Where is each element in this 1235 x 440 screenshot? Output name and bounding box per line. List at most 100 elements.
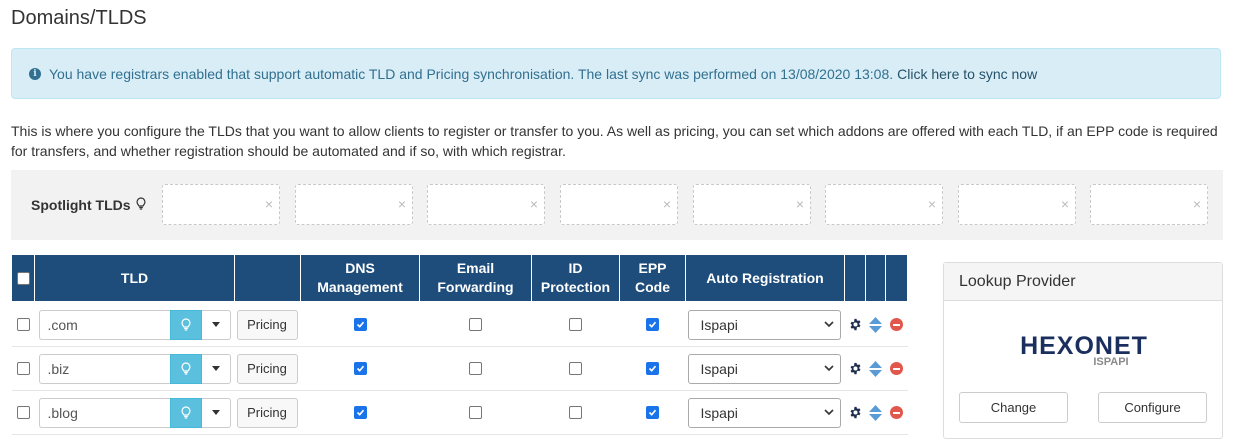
gear-icon[interactable] <box>849 406 862 419</box>
dns-cell <box>300 346 420 391</box>
svg-text:HEXONET: HEXONET <box>1020 332 1148 360</box>
header-select-all[interactable] <box>11 254 35 303</box>
remove-icon[interactable] <box>890 362 903 375</box>
sort-handle-icon[interactable] <box>869 316 882 333</box>
close-icon[interactable]: × <box>265 196 273 212</box>
header-dns: DNS Management <box>300 254 420 303</box>
dns-management-checkbox[interactable] <box>353 362 367 375</box>
tld-input[interactable]: .biz <box>38 353 170 384</box>
chevron-down-icon <box>823 364 834 371</box>
id-cell <box>531 390 620 435</box>
spotlight-toggle-button[interactable] <box>169 353 202 384</box>
lookup-provider-panel: Lookup Provider HEXONET ISPAPI Change Co… <box>943 262 1223 439</box>
spotlight-slot[interactable]: × <box>958 184 1076 225</box>
pricing-button[interactable]: Pricing <box>236 353 298 384</box>
tld-cell: .blog <box>34 390 235 435</box>
configure-button[interactable]: Configure <box>1098 392 1207 423</box>
change-button[interactable]: Change <box>959 392 1068 423</box>
row-select-checkbox[interactable] <box>16 362 30 375</box>
epp-code-checkbox[interactable] <box>646 406 659 419</box>
settings-cell <box>844 346 866 391</box>
epp-cell <box>619 390 686 435</box>
sort-cell <box>865 346 886 391</box>
chevron-down-icon <box>823 408 834 415</box>
auto-registration-cell: Ispapi <box>685 390 845 435</box>
lightbulb-icon <box>181 362 190 375</box>
gear-icon[interactable] <box>849 362 862 375</box>
table-row: .com Pricing Ispapi <box>11 302 908 347</box>
sync-now-link[interactable]: Click here to sync now <box>897 66 1037 82</box>
table-row: .biz Pricing Ispapi <box>11 346 908 391</box>
remove-icon[interactable] <box>890 318 903 331</box>
sort-handle-icon[interactable] <box>869 360 882 377</box>
header-settings <box>844 254 866 303</box>
close-icon[interactable]: × <box>663 196 671 212</box>
intro-text: This is where you configure the TLDs tha… <box>11 123 1218 159</box>
id-cell <box>531 302 620 347</box>
close-icon[interactable]: × <box>928 196 936 212</box>
dns-management-checkbox[interactable] <box>353 318 367 331</box>
auto-registration-select[interactable]: Ispapi <box>687 397 841 428</box>
spotlight-toggle-button[interactable] <box>169 397 202 428</box>
email-forwarding-checkbox[interactable] <box>469 362 482 375</box>
lightbulb-icon <box>136 197 146 213</box>
tld-options-dropdown[interactable] <box>201 353 231 384</box>
lookup-provider-title: Lookup Provider <box>944 263 1222 301</box>
email-forwarding-checkbox[interactable] <box>469 406 482 419</box>
alert-message: You have registrars enabled that support… <box>49 65 894 82</box>
spotlight-slot[interactable]: × <box>427 184 545 225</box>
id-protection-checkbox[interactable] <box>569 318 582 331</box>
spotlight-slot[interactable]: × <box>825 184 943 225</box>
close-icon[interactable]: × <box>796 196 804 212</box>
id-protection-checkbox[interactable] <box>569 406 582 419</box>
epp-code-checkbox[interactable] <box>646 362 659 375</box>
close-icon[interactable]: × <box>1193 196 1201 212</box>
header-epp: EPP Code <box>619 254 686 303</box>
dns-cell <box>300 302 420 347</box>
svg-text:ISPAPI: ISPAPI <box>1093 356 1128 368</box>
pricing-button[interactable]: Pricing <box>236 309 298 340</box>
tld-input[interactable]: .blog <box>38 397 170 428</box>
spotlight-slot[interactable]: × <box>162 184 280 225</box>
header-id-line2: Protection <box>540 279 611 295</box>
row-select-checkbox[interactable] <box>16 318 30 331</box>
tld-options-dropdown[interactable] <box>201 309 231 340</box>
email-cell <box>419 346 532 391</box>
hexonet-logo: HEXONET ISPAPI <box>1020 332 1148 368</box>
remove-icon[interactable] <box>890 406 903 419</box>
spotlight-slot[interactable]: × <box>295 184 413 225</box>
spotlight-slot[interactable]: × <box>560 184 678 225</box>
tld-input[interactable]: .com <box>38 309 170 340</box>
close-icon[interactable]: × <box>398 196 406 212</box>
tld-options-dropdown[interactable] <box>201 397 231 428</box>
close-icon[interactable]: × <box>530 196 538 212</box>
select-all-checkbox[interactable] <box>16 271 30 285</box>
spotlight-toggle-button[interactable] <box>169 309 202 340</box>
auto-registration-select[interactable]: Ispapi <box>687 353 841 384</box>
id-protection-checkbox[interactable] <box>569 362 582 375</box>
pricing-button[interactable]: Pricing <box>236 397 298 428</box>
id-cell <box>531 346 620 391</box>
close-icon[interactable]: × <box>1061 196 1069 212</box>
dns-management-checkbox[interactable] <box>353 406 367 419</box>
row-select-checkbox[interactable] <box>16 406 30 419</box>
header-auto-registration: Auto Registration <box>685 254 845 303</box>
spotlight-slot[interactable]: × <box>693 184 811 225</box>
email-cell <box>419 302 532 347</box>
tld-table: TLD DNS Management Email Forwarding ID P… <box>11 254 908 435</box>
page-title: Domains/TLDS <box>11 7 147 29</box>
header-pricing <box>234 254 301 303</box>
sort-handle-icon[interactable] <box>869 404 882 421</box>
spotlight-tlds: Spotlight TLDs × × × × × × × × <box>11 170 1223 240</box>
chevron-down-icon <box>823 320 834 327</box>
epp-code-checkbox[interactable] <box>646 318 659 331</box>
epp-cell <box>619 302 686 347</box>
pricing-cell: Pricing <box>234 302 301 347</box>
spotlight-label-text: Spotlight TLDs <box>31 197 131 213</box>
auto-registration-select[interactable]: Ispapi <box>687 309 841 340</box>
registrar-value: Ispapi <box>700 316 738 333</box>
header-id-line1: ID <box>568 260 583 276</box>
email-forwarding-checkbox[interactable] <box>469 318 482 331</box>
gear-icon[interactable] <box>849 318 862 331</box>
spotlight-slot[interactable]: × <box>1090 184 1208 225</box>
